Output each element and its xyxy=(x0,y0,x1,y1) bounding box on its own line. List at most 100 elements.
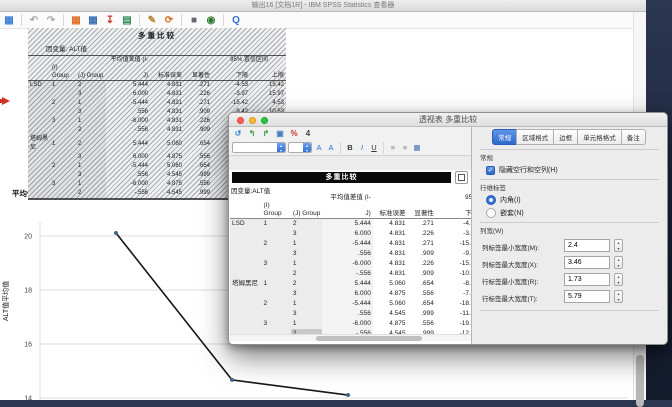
j-group-cell[interactable]: 1 xyxy=(76,117,106,126)
std-error-cell[interactable]: 4.831 xyxy=(150,108,184,117)
i-group-cell[interactable] xyxy=(262,249,291,259)
j-group-cell[interactable]: 1 xyxy=(291,319,323,329)
sig-cell[interactable]: .556 xyxy=(407,289,435,299)
stepper-control[interactable]: ▴▾ xyxy=(614,290,623,303)
ci-upper-cell[interactable]: 4.53 xyxy=(250,99,286,108)
sig-cell[interactable]: .556 xyxy=(184,180,212,189)
table-row[interactable]: 3.5564.545.999-11.57 xyxy=(230,309,471,319)
ci-lower-cell[interactable]: -18.95 xyxy=(436,299,471,309)
table-row[interactable]: 36.0004.875.556-7.06 xyxy=(230,289,471,299)
decimals-icon[interactable]: 4 xyxy=(303,129,313,139)
width-input-3[interactable] xyxy=(564,290,610,303)
std-error-cell[interactable]: 4.831 xyxy=(150,126,184,135)
mean-diff-cell[interactable]: 5.444 xyxy=(322,279,372,289)
mean-diff-cell[interactable]: 5.444 xyxy=(106,135,150,153)
underline-button[interactable]: U xyxy=(369,143,379,152)
method-cell[interactable] xyxy=(230,249,262,259)
sig-cell[interactable]: .271 xyxy=(407,239,435,249)
i-group-cell[interactable]: 2 xyxy=(50,162,76,171)
method-cell[interactable] xyxy=(230,239,262,249)
j-group-cell[interactable]: 2 xyxy=(76,135,106,153)
ci-lower-cell[interactable]: -3.97 xyxy=(436,229,471,239)
font-size-select[interactable]: ▴▾ xyxy=(288,142,312,153)
method-cell[interactable] xyxy=(230,309,262,319)
sig-cell[interactable]: .999 xyxy=(184,171,212,180)
i-group-cell[interactable]: 3 xyxy=(50,117,76,126)
panel-tab-3[interactable]: 单元格格式 xyxy=(577,129,622,145)
minimize-button[interactable] xyxy=(249,117,256,124)
j-group-cell[interactable]: 2 xyxy=(291,279,323,289)
panel-tab-1[interactable]: 区域格式 xyxy=(516,129,554,145)
mean-diff-cell[interactable]: -5.444 xyxy=(322,299,372,309)
hide-empty-checkbox[interactable] xyxy=(486,166,495,175)
stepper-down-icon[interactable]: ▾ xyxy=(615,297,622,303)
i-group-cell[interactable]: 2 xyxy=(262,239,291,249)
stepper-down-icon[interactable]: ▾ xyxy=(615,263,622,269)
method-cell[interactable] xyxy=(28,108,50,117)
i-group-cell[interactable]: 1 xyxy=(50,81,76,91)
mean-diff-cell[interactable]: 6.000 xyxy=(322,289,372,299)
i-group-cell[interactable]: 3 xyxy=(262,259,291,269)
panel-tab-4[interactable]: 备注 xyxy=(621,129,646,145)
stepper-down-icon[interactable]: ▾ xyxy=(615,246,622,252)
method-cell[interactable]: 塔姆黑尼 xyxy=(28,135,50,153)
ci-lower-cell[interactable]: -10.53 xyxy=(436,269,471,279)
table-row[interactable]: 36.0004.831.226-3.9715.97 xyxy=(28,90,286,99)
method-cell[interactable] xyxy=(230,259,262,269)
table-row[interactable]: 3.5564.831.909-9.42 xyxy=(230,249,471,259)
std-error-cell[interactable]: 5.060 xyxy=(373,299,408,309)
i-group-cell[interactable]: 1 xyxy=(262,279,291,289)
mean-diff-cell[interactable]: 6.000 xyxy=(106,153,150,162)
std-error-cell[interactable]: 5.060 xyxy=(150,162,184,171)
j-group-cell[interactable]: 1 xyxy=(291,239,323,249)
sig-cell[interactable]: .999 xyxy=(407,309,435,319)
increase-font-button[interactable]: A xyxy=(314,143,324,152)
std-error-cell[interactable]: 4.545 xyxy=(150,171,184,180)
scrollbar-thumb[interactable] xyxy=(316,336,422,341)
width-input-0[interactable] xyxy=(564,239,610,252)
sig-cell[interactable]: .654 xyxy=(407,299,435,309)
i-group-cell[interactable]: 2 xyxy=(50,99,76,108)
i-group-cell[interactable] xyxy=(50,108,76,117)
std-error-cell[interactable]: 4.831 xyxy=(150,117,184,126)
method-cell[interactable] xyxy=(28,117,50,126)
std-error-cell[interactable]: 4.831 xyxy=(150,81,184,91)
decrease-font-button[interactable]: A xyxy=(326,143,336,152)
sig-cell[interactable]: .909 xyxy=(184,126,212,135)
table-row[interactable]: 21-5.4444.831.271-15.42 xyxy=(230,239,471,249)
sig-cell[interactable]: .556 xyxy=(407,319,435,329)
i-group-cell[interactable]: 3 xyxy=(50,180,76,189)
j-group-cell[interactable]: 3 xyxy=(76,153,106,162)
j-group-cell[interactable]: 2 xyxy=(291,269,323,279)
std-error-cell[interactable]: 4.875 xyxy=(373,319,408,329)
mean-diff-cell[interactable]: 6.000 xyxy=(322,229,372,239)
method-cell[interactable] xyxy=(28,189,50,199)
method-cell[interactable] xyxy=(28,99,50,108)
mean-diff-cell[interactable]: -6.000 xyxy=(322,259,372,269)
j-group-cell[interactable]: 1 xyxy=(291,299,323,309)
std-error-cell[interactable]: 4.875 xyxy=(150,180,184,189)
sig-cell[interactable]: .654 xyxy=(407,279,435,289)
ci-lower-cell[interactable]: -3.97 xyxy=(212,90,250,99)
mean-diff-cell[interactable]: 6.000 xyxy=(106,90,150,99)
sig-cell[interactable]: .556 xyxy=(184,153,212,162)
sig-cell[interactable]: .226 xyxy=(407,229,435,239)
mean-diff-cell[interactable]: -6.000 xyxy=(106,117,150,126)
table-row[interactable]: LSD125.4444.831.271-4.53 xyxy=(230,219,471,230)
pivot-horizontal-scrollbar[interactable] xyxy=(229,334,471,341)
method-cell[interactable] xyxy=(28,90,50,99)
method-cell[interactable]: LSD xyxy=(28,81,50,91)
std-error-cell[interactable]: 4.831 xyxy=(373,239,408,249)
method-cell[interactable] xyxy=(28,153,50,162)
sig-cell[interactable]: .271 xyxy=(184,99,212,108)
stepper-control[interactable]: ▴▾ xyxy=(614,256,623,269)
mean-diff-cell[interactable]: -.556 xyxy=(322,269,372,279)
stepper-control[interactable]: ▴▾ xyxy=(614,273,623,286)
sig-cell[interactable]: .271 xyxy=(184,81,212,91)
mean-diff-cell[interactable]: .556 xyxy=(322,309,372,319)
j-group-cell[interactable]: 3 xyxy=(291,229,323,239)
std-error-cell[interactable]: 4.831 xyxy=(373,229,408,239)
mean-diff-cell[interactable]: .556 xyxy=(106,171,150,180)
sig-cell[interactable]: .654 xyxy=(184,162,212,171)
mean-diff-cell[interactable]: .556 xyxy=(322,249,372,259)
